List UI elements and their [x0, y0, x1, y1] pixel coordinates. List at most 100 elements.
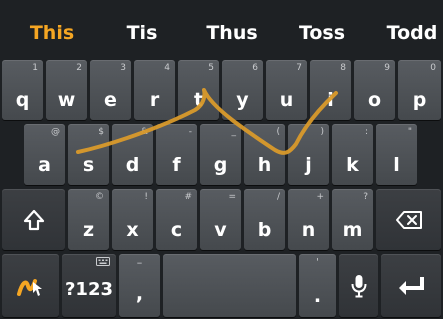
key-hint: _ — [231, 127, 237, 137]
key-i[interactable]: 8i — [310, 60, 351, 120]
suggestion-strip: This Tis Thus Toss Todd — [0, 0, 443, 57]
key-hint: $ — [98, 127, 104, 137]
keyboard: This Tis Thus Toss Todd 1q 2w 3e 4r 5t 6… — [0, 0, 443, 319]
key-e[interactable]: 3e — [90, 60, 131, 120]
key-c[interactable]: # c — [156, 189, 197, 250]
enter-icon — [381, 254, 441, 317]
key-v[interactable]: = v — [200, 189, 241, 250]
key-x[interactable]: ! x — [112, 189, 153, 250]
key-m[interactable]: ? m — [332, 189, 373, 250]
key-o[interactable]: 9o — [354, 60, 395, 120]
period-hint: ' — [316, 257, 319, 268]
key-hint: / — [276, 192, 280, 202]
key-t[interactable]: 5t — [178, 60, 219, 120]
key-label: n — [301, 219, 316, 241]
key-label: e — [104, 89, 117, 111]
comma-label: , — [135, 283, 144, 305]
swipe-typing-key[interactable] — [2, 254, 59, 317]
symbols-key[interactable]: ?123 — [62, 254, 116, 317]
key-hint: 8 — [340, 63, 346, 73]
key-label: o — [367, 89, 382, 111]
key-hint: 1 — [32, 63, 38, 73]
key-hint: 6 — [252, 63, 258, 73]
key-w[interactable]: 2w — [46, 60, 87, 120]
microphone-icon — [339, 254, 378, 317]
key-label: h — [257, 154, 272, 176]
period-key[interactable]: ' . — [299, 254, 336, 317]
suggestion-1[interactable]: This — [14, 0, 90, 57]
key-g[interactable]: _ g — [200, 124, 241, 185]
key-label: d — [125, 154, 140, 176]
key-label: i — [327, 89, 334, 111]
microphone-key[interactable] — [339, 254, 378, 317]
key-hint: ! — [144, 192, 148, 202]
key-h[interactable]: (h — [244, 124, 285, 185]
key-label: p — [412, 89, 427, 111]
key-label: g — [213, 154, 228, 176]
key-hint: 5 — [208, 63, 214, 73]
key-hint: © — [95, 192, 104, 202]
shift-key[interactable] — [2, 189, 65, 250]
key-label: y — [236, 89, 249, 111]
key-k[interactable]: :k — [332, 124, 373, 185]
symbols-label: ?123 — [64, 279, 113, 300]
enter-key[interactable] — [381, 254, 441, 317]
key-hint: + — [316, 192, 324, 202]
key-label: z — [82, 219, 95, 241]
key-label: l — [393, 154, 400, 176]
key-l[interactable]: " l — [376, 124, 417, 185]
key-hint: - — [188, 127, 192, 137]
space-bar[interactable] — [163, 254, 296, 317]
key-label: x — [126, 219, 139, 241]
key-q[interactable]: 1q — [2, 60, 43, 120]
key-hint: 4 — [164, 63, 170, 73]
key-hint: 3 — [120, 63, 126, 73]
key-label: c — [170, 219, 183, 241]
key-label: q — [15, 89, 30, 111]
key-label: v — [214, 219, 227, 241]
backspace-key[interactable] — [376, 189, 441, 250]
suggestion-4[interactable]: Toss — [284, 0, 360, 57]
key-f[interactable]: -f — [156, 124, 197, 185]
key-label: k — [346, 154, 359, 176]
comma-hint: – — [136, 256, 143, 269]
key-u[interactable]: 7u — [266, 60, 307, 120]
key-hint: ) — [320, 127, 324, 137]
shift-icon — [2, 189, 65, 250]
key-label: f — [172, 154, 181, 176]
suggestion-2[interactable]: Tis — [104, 0, 180, 57]
key-hint: 2 — [76, 63, 82, 73]
suggestion-5[interactable]: Todd — [372, 0, 443, 57]
key-hint: 7 — [296, 63, 302, 73]
swipe-typing-icon — [2, 254, 59, 317]
key-a[interactable]: @ a — [24, 124, 65, 185]
key-label: u — [279, 89, 294, 111]
key-b[interactable]: / b — [244, 189, 285, 250]
key-hint: # — [184, 192, 192, 202]
backspace-icon — [376, 189, 441, 250]
key-hint: ( — [276, 127, 280, 137]
key-label: b — [257, 219, 272, 241]
key-z[interactable]: © z — [68, 189, 109, 250]
key-r[interactable]: 4r — [134, 60, 175, 120]
key-j[interactable]: ) j — [288, 124, 329, 185]
period-label: . — [313, 285, 322, 307]
key-d[interactable]: & d — [112, 124, 153, 185]
key-label: a — [38, 154, 51, 176]
key-hint: : — [364, 127, 368, 137]
key-s[interactable]: $ s — [68, 124, 109, 185]
suggestion-3[interactable]: Thus — [194, 0, 270, 57]
key-hint: @ — [51, 127, 60, 137]
key-label: j — [305, 154, 312, 176]
key-p[interactable]: 0p — [398, 60, 441, 120]
key-hint: & — [140, 127, 148, 137]
keyboard-hint-icon — [96, 257, 110, 269]
key-hint: " — [407, 127, 412, 137]
comma-key[interactable]: – , — [119, 254, 160, 317]
key-hint: = — [228, 192, 236, 202]
key-n[interactable]: + n — [288, 189, 329, 250]
key-label: m — [342, 219, 363, 241]
key-y[interactable]: 6y — [222, 60, 263, 120]
key-label: w — [57, 89, 76, 111]
key-hint: 0 — [430, 63, 436, 73]
